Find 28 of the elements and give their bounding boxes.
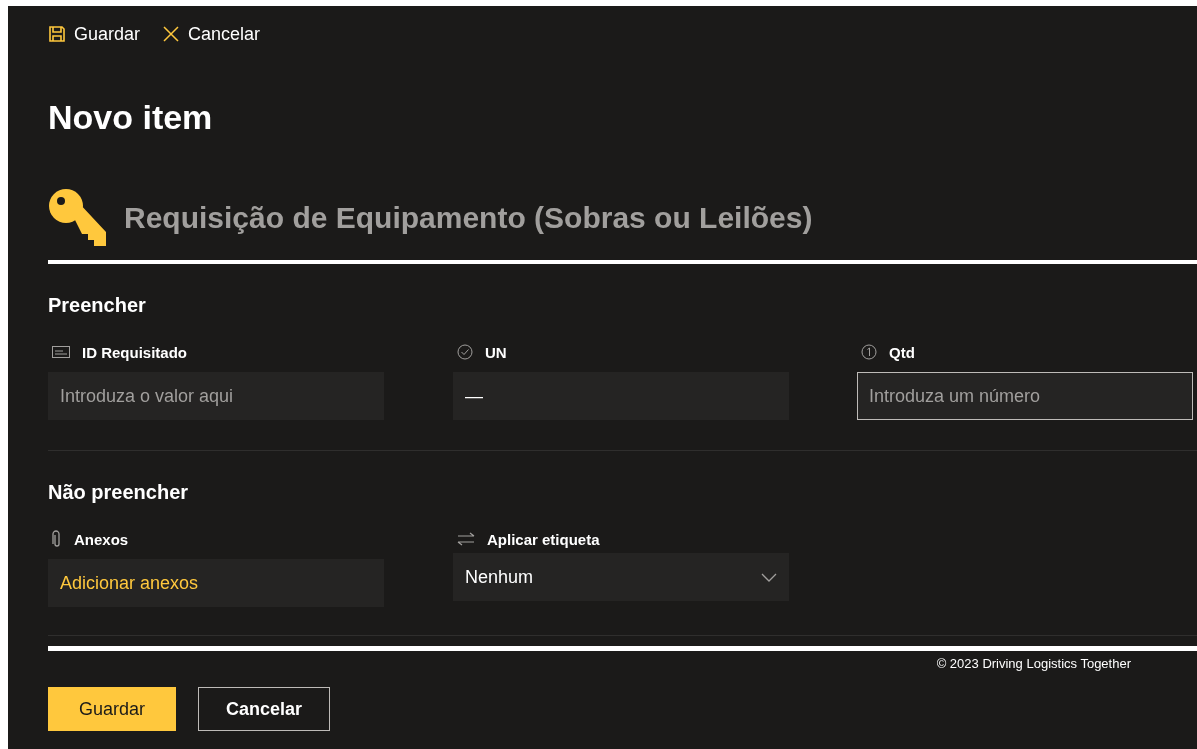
field-label: Qtd	[889, 343, 915, 361]
cancel-button[interactable]: Cancelar	[154, 20, 269, 48]
page-title: Novo item	[48, 98, 214, 138]
text-field-icon	[52, 346, 70, 358]
key-icon	[48, 188, 108, 248]
field-label: Aplicar etiqueta	[487, 530, 600, 548]
form-header: Requisição de Equipamento (Sobras ou Leilões)	[124, 201, 813, 235]
add-attachments-link[interactable]: Adicionar anexos	[48, 559, 384, 607]
input-field[interactable]: Introduza o valor aqui	[48, 372, 384, 420]
copyright-text: © 2023 Driving Logistics Together	[935, 656, 1132, 671]
dropdown[interactable]: Nenhum	[453, 553, 789, 601]
section-title: Não preencher	[48, 481, 190, 505]
check-circle-icon	[457, 344, 473, 360]
paperclip-icon	[52, 530, 62, 548]
save-button[interactable]: Guardar	[48, 687, 176, 731]
field-label: UN	[485, 343, 507, 361]
save-button[interactable]: Guardar	[40, 20, 149, 48]
number-icon	[861, 344, 877, 360]
close-icon	[162, 25, 181, 43]
cancel-button[interactable]: Cancelar	[198, 687, 330, 731]
swap-arrows-icon	[457, 532, 475, 546]
save-icon	[48, 25, 66, 43]
input-field[interactable]: Introduza um número	[857, 372, 1193, 420]
chevron-down-icon	[761, 572, 777, 582]
section-title: Preencher	[48, 294, 147, 318]
field-label: Anexos	[74, 530, 129, 548]
choice-field[interactable]: —	[453, 372, 789, 420]
field-label: ID Requisitado	[82, 343, 187, 361]
